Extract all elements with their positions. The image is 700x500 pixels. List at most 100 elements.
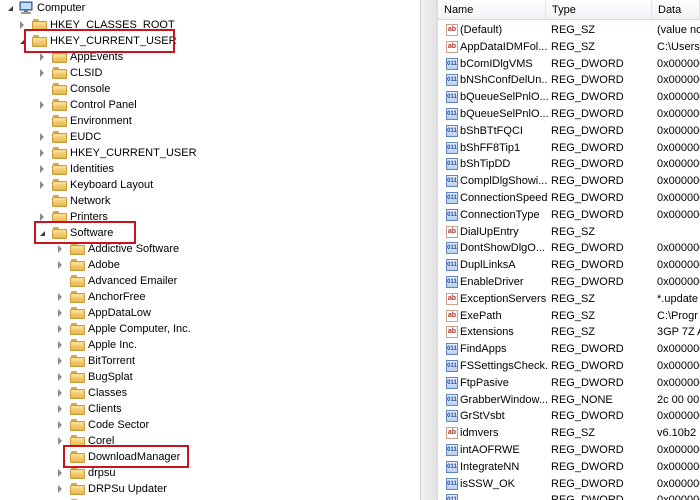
expand-arrow-icon[interactable]: [58, 325, 62, 333]
value-row[interactable]: ab (Default) REG_SZ (value no: [438, 22, 700, 38]
tree-item[interactable]: CLSID: [0, 65, 300, 81]
value-row[interactable]: ab Extensions REG_SZ 3GP 7Z A: [438, 324, 700, 340]
tree-item[interactable]: Keyboard Layout: [0, 177, 300, 193]
tree-item[interactable]: Apple Computer, Inc.: [0, 321, 300, 337]
tree-item[interactable]: Network: [0, 193, 300, 209]
expand-arrow-icon[interactable]: [58, 485, 62, 493]
tree-item-computer[interactable]: Computer: [0, 0, 200, 16]
value-row[interactable]: 011bShBTtFQCI REG_DWORD 0x000000: [438, 123, 700, 139]
collapse-arrow-icon[interactable]: [40, 231, 45, 236]
tree-item[interactable]: Advanced Emailer: [0, 273, 300, 289]
tree-item[interactable]: DownloadManager: [0, 449, 300, 465]
value-row[interactable]: ab DialUpEntry REG_SZ: [438, 224, 700, 240]
expand-arrow-icon[interactable]: [40, 213, 44, 221]
expand-arrow-icon[interactable]: [58, 373, 62, 381]
expand-arrow-icon[interactable]: [40, 53, 44, 61]
expand-arrow-icon[interactable]: [40, 133, 44, 141]
value-row[interactable]: 011 REG_DWORD 0x000000: [438, 492, 700, 500]
expand-arrow-icon[interactable]: [58, 341, 62, 349]
tree-item-label: Clients: [88, 403, 122, 415]
value-row[interactable]: 011isSSW_OK REG_DWORD 0x000000: [438, 476, 700, 492]
value-row[interactable]: 011ConnectionSpeedREG_DWORD 0x000000: [438, 190, 700, 206]
folder-icon: [52, 51, 67, 63]
tree-item[interactable]: DRPSu Updater: [0, 481, 300, 497]
value-row[interactable]: 011DuplLinksA REG_DWORD 0x000000: [438, 257, 700, 273]
string-value-icon: ab: [446, 40, 458, 53]
value-name: ConnectionType: [460, 208, 540, 221]
collapse-arrow-icon[interactable]: [20, 39, 25, 44]
value-row[interactable]: 011bComIDlgVMS REG_DWORD 0x000000: [438, 56, 700, 72]
expand-arrow-icon[interactable]: [58, 469, 62, 477]
value-row[interactable]: 011FtpPasive REG_DWORD 0x000000: [438, 375, 700, 391]
tree-item[interactable]: AnchorFree: [0, 289, 300, 305]
value-row[interactable]: 011EnableDriver REG_DWORD 0x000000: [438, 274, 700, 290]
tree-item[interactable]: Apple Inc.: [0, 337, 300, 353]
expand-arrow-icon[interactable]: [58, 421, 62, 429]
tree-item[interactable]: Console: [0, 81, 300, 97]
tree-item[interactable]: Identities: [0, 161, 300, 177]
expand-arrow-icon[interactable]: [40, 69, 44, 77]
tree-item[interactable]: HKEY_CLASSES_ROOT: [0, 17, 300, 33]
tree-item[interactable]: Adobe: [0, 257, 300, 273]
value-data: 0x000000: [657, 175, 700, 188]
registry-tree-pane[interactable]: Computer HKEY_CLASSES_ROOT HKEY_CURRENT_U…: [0, 0, 420, 500]
value-type: REG_DWORD: [551, 124, 624, 137]
value-row[interactable]: 011ComplDlgShowi...REG_DWORD 0x000000: [438, 173, 700, 189]
value-row[interactable]: ab idmvers REG_SZ v6.10b2 I: [438, 425, 700, 441]
value-row[interactable]: 011intAOFRWE REG_DWORD 0x000000: [438, 442, 700, 458]
tree-item[interactable]: Clients: [0, 401, 300, 417]
folder-icon: [52, 131, 67, 143]
value-row[interactable]: ab AppDataIDMFol... REG_SZ C:\Users\: [438, 39, 700, 55]
pane-splitter[interactable]: [420, 0, 438, 500]
tree-item[interactable]: Corel: [0, 433, 300, 449]
tree-item[interactable]: EUDC: [0, 129, 300, 145]
value-row[interactable]: 011bQueueSelPnlO...REG_DWORD 0x000000: [438, 106, 700, 122]
value-row[interactable]: 011bQueueSelPnlO...REG_DWORD 0x000000: [438, 89, 700, 105]
tree-item[interactable]: drpsu: [0, 465, 300, 481]
tree-item[interactable]: HKEY_CURRENT_USER: [0, 145, 300, 161]
expand-arrow-icon[interactable]: [58, 245, 62, 253]
value-row[interactable]: ab ExceptionServers REG_SZ *.update: [438, 291, 700, 307]
expand-arrow-icon[interactable]: [58, 405, 62, 413]
tree-item[interactable]: Software: [0, 225, 300, 241]
value-row[interactable]: ab ExePath REG_SZ C:\Progr: [438, 308, 700, 324]
value-row[interactable]: 011GrStVsbt REG_DWORD 0x000000: [438, 408, 700, 424]
tree-item[interactable]: Classes: [0, 385, 300, 401]
tree-item[interactable]: HKEY_CURRENT_USER: [0, 33, 300, 49]
column-header-data[interactable]: Data: [652, 0, 700, 20]
tree-item[interactable]: Code Sector: [0, 417, 300, 433]
column-header-name[interactable]: Name: [438, 0, 546, 20]
expand-arrow-icon[interactable]: [40, 149, 44, 157]
value-row[interactable]: 011FSSettingsCheck...REG_DWORD 0x000000: [438, 358, 700, 374]
value-row[interactable]: 011FindApps REG_DWORD 0x000000: [438, 341, 700, 357]
expand-arrow-icon[interactable]: [40, 101, 44, 109]
expand-arrow-icon[interactable]: [58, 261, 62, 269]
value-row[interactable]: 011bShFF8Tip1 REG_DWORD 0x000000: [438, 140, 700, 156]
expand-arrow-icon[interactable]: [20, 21, 24, 29]
expand-arrow-icon[interactable]: [58, 357, 62, 365]
tree-item[interactable]: BitTorrent: [0, 353, 300, 369]
tree-item[interactable]: Addictive Software: [0, 241, 300, 257]
tree-item[interactable]: AppDataLow: [0, 305, 300, 321]
column-header-type[interactable]: Type: [546, 0, 652, 20]
value-row[interactable]: 011bNShConfDelUn...REG_DWORD 0x000000: [438, 72, 700, 88]
expand-arrow-icon[interactable]: [58, 389, 62, 397]
tree-item[interactable]: Control Panel: [0, 97, 300, 113]
tree-item[interactable]: AppEvents: [0, 49, 300, 65]
expand-arrow-icon[interactable]: [58, 309, 62, 317]
value-row[interactable]: 011IntegrateNN REG_DWORD 0x000000: [438, 459, 700, 475]
expand-arrow-icon[interactable]: [40, 165, 44, 173]
tree-item[interactable]: Environment: [0, 113, 300, 129]
expand-arrow-icon[interactable]: [58, 293, 62, 301]
value-row[interactable]: 011ConnectionType REG_DWORD 0x000000: [438, 207, 700, 223]
expand-arrow-icon[interactable]: [58, 437, 62, 445]
tree-item[interactable]: Printers: [0, 209, 300, 225]
collapse-arrow-icon[interactable]: [8, 6, 13, 11]
value-row[interactable]: 011GrabberWindow...REG_NONE 2c 00 00 0: [438, 392, 700, 408]
folder-icon: [70, 323, 85, 335]
value-row[interactable]: 011DontShowDlgO... REG_DWORD 0x000000: [438, 240, 700, 256]
expand-arrow-icon[interactable]: [40, 181, 44, 189]
tree-item[interactable]: BugSplat: [0, 369, 300, 385]
registry-values-pane[interactable]: Name Type Data ab (Default) REG_SZ (value n…: [438, 0, 700, 500]
value-row[interactable]: 011bShTipDD REG_DWORD 0x000000: [438, 156, 700, 172]
